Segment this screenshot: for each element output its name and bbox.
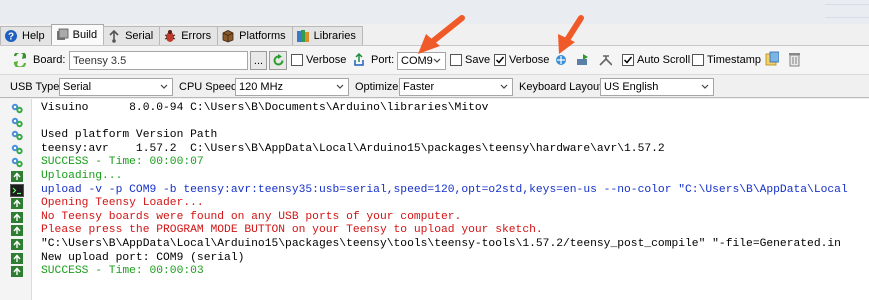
console-line: "C:\Users\B\AppData\Local\Arduino15\pack… <box>41 238 841 250</box>
tab-help[interactable]: ? Help <box>0 26 52 45</box>
console-line-icon <box>10 129 24 142</box>
tab-errors-label: Errors <box>181 30 212 42</box>
tab-libraries[interactable]: Libraries <box>291 26 363 45</box>
timestamp-checkbox[interactable]: Timestamp <box>692 54 761 66</box>
bug-icon <box>163 29 177 43</box>
cpu-speed-value: 120 MHz <box>239 81 284 93</box>
console-line: Please press the PROGRAM MODE BUTTON on … <box>41 224 543 237</box>
keyboard-layout-label: Keyboard Layout: <box>519 81 606 93</box>
tab-bar: ? Help Build Serial Errors Platforms Lib… <box>0 24 363 45</box>
usb-type-value: Serial <box>63 81 92 93</box>
port-label: Port: <box>371 54 395 66</box>
console-line: teensy:avr 1.57.2 C:\Users\B\AppData\Loc… <box>41 142 665 155</box>
tab-platforms[interactable]: Platforms <box>217 26 293 45</box>
console-line-icon <box>10 238 24 251</box>
keyboard-layout-select[interactable]: US English <box>600 78 714 96</box>
chevron-down-icon <box>701 84 709 89</box>
optimize-label: Optimize: <box>355 81 402 93</box>
console-line-icon <box>10 143 24 156</box>
console-line-icon <box>10 183 24 197</box>
board-label: Board: <box>33 54 66 66</box>
disconnect-icon[interactable] <box>598 53 612 67</box>
build-icon <box>55 28 69 42</box>
tab-libraries-label: Libraries <box>313 30 356 42</box>
verbose-checkbox-1-box[interactable] <box>291 54 303 66</box>
svg-text:?: ? <box>8 32 14 43</box>
console-line-icon <box>10 265 24 278</box>
build-output-console[interactable]: Visuino 8.0.0-94 C:\Users\B\Documents\Ar… <box>0 99 869 300</box>
platforms-icon <box>221 29 235 43</box>
timestamp-checkbox-label: Timestamp <box>707 54 761 66</box>
console-line: New upload port: COM9 (serial) <box>41 251 245 264</box>
autoscroll-checkbox[interactable]: Auto Scroll <box>622 54 690 66</box>
console-line-icon <box>10 211 24 224</box>
console-line-icon <box>10 156 24 169</box>
verbose-checkbox-1[interactable]: Verbose <box>291 54 346 66</box>
autoscroll-checkbox-label: Auto Scroll <box>637 54 691 66</box>
console-line: upload -v -p COM9 -b teensy:avr:teensy35… <box>41 183 848 196</box>
keyboard-layout-value: US English <box>604 81 659 93</box>
verbose-checkbox-2[interactable]: Verbose <box>494 54 549 66</box>
tab-build[interactable]: Build <box>50 24 105 45</box>
console-line-icon <box>10 116 24 129</box>
console-line-icon <box>10 252 24 265</box>
console-line: No Teensy boards were found on any USB p… <box>41 210 462 223</box>
console-line-icon <box>10 102 24 115</box>
tab-errors[interactable]: Errors <box>159 26 219 45</box>
board-browse-label: ... <box>253 54 264 67</box>
usb-type-label: USB Type: <box>10 81 63 93</box>
libraries-icon <box>296 29 310 43</box>
clear-icon[interactable] <box>787 52 801 67</box>
checkmark-icon <box>623 56 633 64</box>
optimize-select[interactable]: Faster <box>399 78 513 96</box>
board-value: Teensy 3.5 <box>73 54 127 67</box>
top-band-decoration <box>825 4 869 18</box>
console-line-icon <box>10 224 24 237</box>
console-line: Used platform Version Path <box>41 129 218 142</box>
chevron-down-icon <box>500 84 508 89</box>
board-icon <box>12 53 26 67</box>
refresh-icon <box>273 54 283 66</box>
chevron-down-icon <box>160 84 168 89</box>
console-line: SUCCESS - Time: 00:00:07 <box>41 156 204 169</box>
console-line: Opening Teensy Loader... <box>41 197 204 210</box>
refresh-board-button[interactable] <box>269 51 287 70</box>
console-line: SUCCESS - Time: 00:00:03 <box>41 265 204 278</box>
timestamp-checkbox-box[interactable] <box>692 54 704 66</box>
serial-icon <box>107 29 121 43</box>
port-icon <box>352 53 366 67</box>
usb-type-select[interactable]: Serial <box>59 78 173 96</box>
annotation-arrow-port <box>418 15 465 54</box>
board-options-bar: USB Type: Serial CPU Speed: 120 MHz Opti… <box>0 74 869 98</box>
tab-serial-label: Serial <box>125 30 154 42</box>
console-line-icon <box>10 170 24 183</box>
verbose-checkbox-2-label: Verbose <box>509 54 550 66</box>
cpu-speed-label: CPU Speed: <box>179 81 241 93</box>
copy-icon[interactable] <box>765 51 779 66</box>
console-line: Uploading... <box>41 170 123 182</box>
board-browse-button[interactable]: ... <box>250 51 267 70</box>
console-line: Visuino 8.0.0-94 C:\Users\B\Documents\Ar… <box>41 102 489 114</box>
checkmark-icon <box>495 56 505 64</box>
tab-build-label: Build <box>72 29 98 41</box>
help-icon: ? <box>4 29 18 43</box>
console-line-icon <box>10 197 24 210</box>
autoscroll-checkbox-box[interactable] <box>622 54 634 66</box>
verbose-checkbox-2-box[interactable] <box>494 54 506 66</box>
annotation-arrow-upload <box>558 15 584 54</box>
cpu-speed-select[interactable]: 120 MHz <box>235 78 349 96</box>
tab-platforms-label: Platforms <box>239 30 286 42</box>
tab-help-label: Help <box>22 30 45 42</box>
verbose-checkbox-1-label: Verbose <box>306 54 347 66</box>
board-field[interactable]: Teensy 3.5 <box>69 51 248 70</box>
chevron-down-icon <box>336 84 344 89</box>
tab-serial[interactable]: Serial <box>103 26 161 45</box>
optimize-value: Faster <box>403 81 435 93</box>
